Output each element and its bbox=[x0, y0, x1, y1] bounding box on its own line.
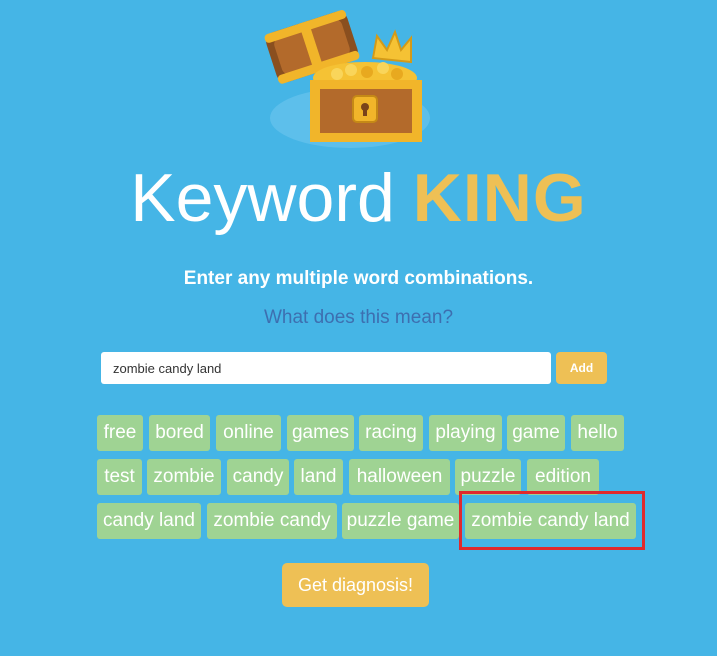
add-button[interactable]: Add bbox=[556, 352, 607, 384]
treasure-chest-icon bbox=[264, 10, 430, 148]
tag-bored[interactable]: bored bbox=[149, 415, 210, 451]
page-title: Keyword KING bbox=[0, 158, 717, 238]
keyword-king-page: Keyword KING Enter any multiple word comb… bbox=[0, 0, 717, 656]
tag-edition[interactable]: edition bbox=[527, 459, 599, 495]
title-highlight: KING bbox=[412, 160, 587, 236]
tag-games[interactable]: games bbox=[287, 415, 354, 451]
tag-candy[interactable]: candy bbox=[227, 459, 289, 495]
tag-zombie[interactable]: zombie bbox=[147, 459, 221, 495]
tag-playing[interactable]: playing bbox=[429, 415, 502, 451]
tag-test[interactable]: test bbox=[97, 459, 142, 495]
tag-zombie-candy[interactable]: zombie candy bbox=[207, 503, 337, 539]
tag-candy-land[interactable]: candy land bbox=[97, 503, 201, 539]
highlight-box bbox=[459, 491, 645, 550]
tag-puzzle-game[interactable]: puzzle game bbox=[342, 503, 459, 539]
tag-game[interactable]: game bbox=[507, 415, 565, 451]
tag-land[interactable]: land bbox=[294, 459, 343, 495]
tag-halloween[interactable]: halloween bbox=[349, 459, 450, 495]
get-diagnosis-button[interactable]: Get diagnosis! bbox=[282, 563, 429, 607]
tag-racing[interactable]: racing bbox=[359, 415, 423, 451]
tag-online[interactable]: online bbox=[216, 415, 281, 451]
tag-hello[interactable]: hello bbox=[571, 415, 624, 451]
keyword-input[interactable] bbox=[101, 352, 551, 384]
title-word: Keyword bbox=[130, 160, 395, 236]
tag-puzzle[interactable]: puzzle bbox=[455, 459, 521, 495]
instruction-text: Enter any multiple word combinations. bbox=[183, 268, 534, 289]
help-link[interactable]: What does this mean? bbox=[0, 306, 717, 330]
tag-free[interactable]: free bbox=[97, 415, 143, 451]
